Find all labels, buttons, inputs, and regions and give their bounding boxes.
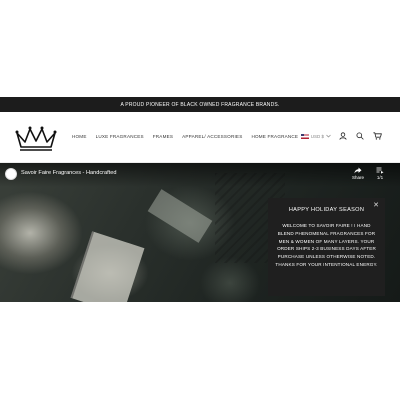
nav-item-home-fragrance[interactable]: HOME FRAGRANCE (251, 134, 298, 139)
nav-item-luxe-fragrances[interactable]: LUXE FRAGRANCES (96, 134, 144, 139)
channel-avatar[interactable] (5, 168, 17, 180)
share-icon (354, 167, 362, 174)
crown-logo[interactable] (14, 124, 58, 152)
holiday-popup: ✕ HAPPY HOLIDAY SEASON WELCOME TO SAVOIR… (268, 198, 385, 296)
site-header: HOME LUXE FRAGRANCES FRAMES APPAREL/ ACC… (0, 112, 400, 163)
nav-item-frames[interactable]: FRAMES (153, 134, 173, 139)
top-blank-area (0, 0, 400, 97)
bottom-blank-area (0, 302, 400, 400)
cart-icon[interactable] (372, 131, 382, 141)
chevron-down-icon (326, 134, 331, 138)
playlist-icon (376, 167, 384, 174)
main-nav: HOME LUXE FRAGRANCES FRAMES APPAREL/ ACC… (72, 134, 307, 139)
share-button[interactable]: Share (350, 167, 366, 180)
playlist-count: 1/1 (376, 175, 384, 180)
nav-item-apparel-accessories[interactable]: APPAREL/ ACCESSORIES (182, 134, 242, 139)
share-label: Share (351, 175, 364, 180)
currency-label: USD $ (310, 133, 324, 139)
currency-selector[interactable]: USD $ (300, 133, 331, 139)
video-title[interactable]: Savoir Faire Fragrances - Handcrafted (21, 170, 116, 176)
playlist-button[interactable]: 1/1 (372, 167, 388, 180)
video-background-label (147, 189, 213, 243)
nav-item-home[interactable]: HOME (72, 134, 87, 139)
page: A PROUD PIONEER OF BLACK OWNED FRAGRANCE… (0, 0, 400, 400)
header-actions: USD $ (300, 131, 382, 141)
us-flag-icon (300, 133, 309, 139)
search-icon[interactable] (355, 131, 365, 141)
video-background-bottle (70, 231, 145, 302)
announcement-bar: A PROUD PIONEER OF BLACK OWNED FRAGRANCE… (0, 97, 400, 112)
popup-title: HAPPY HOLIDAY SEASON (288, 207, 365, 213)
popup-body: WELCOME TO SAVOIR FAIRE ! I HAND BLEND P… (275, 223, 378, 267)
account-icon[interactable] (338, 131, 348, 141)
announcement-text: A PROUD PIONEER OF BLACK OWNED FRAGRANCE… (120, 101, 280, 108)
